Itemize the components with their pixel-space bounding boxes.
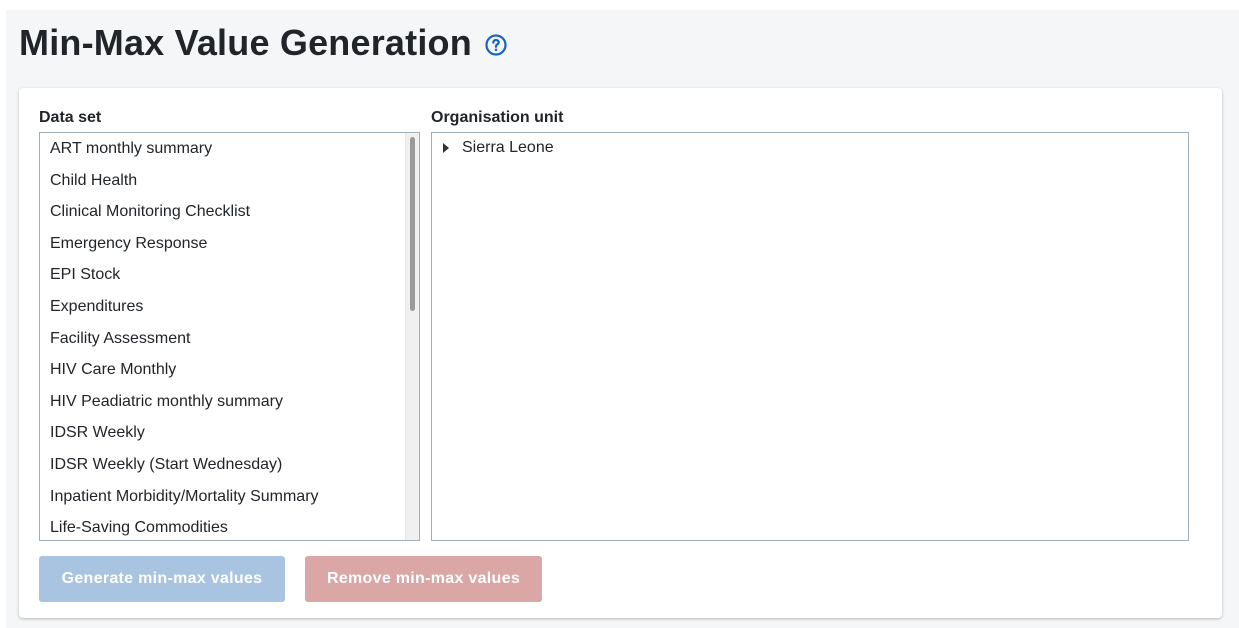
orgunit-tree-node: Sierra Leone: [442, 139, 554, 157]
dataset-option[interactable]: Emergency Response: [40, 228, 419, 260]
remove-min-max-button[interactable]: Remove min-max values: [305, 556, 542, 602]
dataset-option[interactable]: IDSR Weekly: [40, 417, 419, 449]
dataset-option[interactable]: HIV Care Monthly: [40, 354, 419, 386]
orgunit-tree: Sierra Leone: [431, 132, 1189, 541]
caret-right-icon[interactable]: [443, 143, 449, 153]
generate-min-max-button[interactable]: Generate min-max values: [39, 556, 285, 602]
dataset-scrollbar-thumb[interactable]: [410, 137, 415, 311]
dataset-option[interactable]: Inpatient Morbidity/Mortality Summary: [40, 481, 419, 513]
dataset-option[interactable]: IDSR Weekly (Start Wednesday): [40, 449, 419, 481]
dataset-option[interactable]: Facility Assessment: [40, 323, 419, 355]
help-icon[interactable]: [484, 33, 508, 57]
page-title: Min-Max Value Generation: [19, 22, 472, 63]
dataset-select-list[interactable]: ART monthly summary Child Health Clinica…: [39, 132, 420, 541]
dataset-option[interactable]: ART monthly summary: [40, 133, 419, 165]
dataset-option[interactable]: Expenditures: [40, 291, 419, 323]
page: Min-Max Value Generation Data set Organi…: [6, 10, 1239, 628]
dataset-label: Data set: [39, 109, 102, 126]
dataset-option[interactable]: HIV Peadiatric monthly summary: [40, 386, 419, 418]
form-card: Data set Organisation unit ART monthly s…: [19, 88, 1222, 618]
orgunit-node-label[interactable]: Sierra Leone: [462, 139, 554, 157]
title-row: Min-Max Value Generation: [19, 22, 508, 64]
dataset-scrollbar[interactable]: [405, 133, 419, 540]
orgunit-label: Organisation unit: [431, 109, 564, 126]
dataset-option[interactable]: Child Health: [40, 165, 419, 197]
dataset-option[interactable]: EPI Stock: [40, 259, 419, 291]
dataset-option[interactable]: Life-Saving Commodities: [40, 512, 419, 540]
dataset-option[interactable]: Clinical Monitoring Checklist: [40, 196, 419, 228]
